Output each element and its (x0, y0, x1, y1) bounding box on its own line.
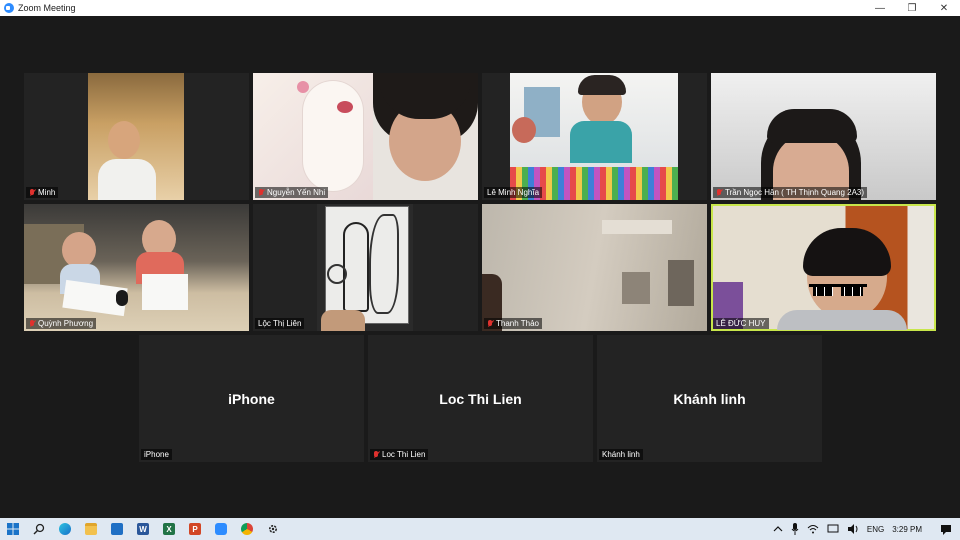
window-controls: — ❐ ✕ (864, 0, 960, 16)
start-icon[interactable] (0, 518, 26, 540)
video-feed (24, 204, 249, 331)
participant-display-name: Loc Thi Lien (439, 390, 522, 407)
muted-mic-icon (487, 319, 493, 328)
volume-icon[interactable] (847, 524, 859, 534)
display-icon[interactable] (827, 524, 839, 534)
excel-icon[interactable]: X (156, 518, 182, 540)
participant-name-tag: Lộc Thị Liên (255, 318, 305, 329)
settings-icon[interactable] (260, 518, 286, 540)
participant-name-tag: Minh (26, 187, 59, 198)
video-tile-quynh-phuong[interactable]: Quỳnh Phương (24, 204, 249, 331)
restore-button[interactable]: ❐ (896, 0, 928, 16)
clock[interactable]: 3:29 PM (892, 525, 922, 534)
edge-icon[interactable] (52, 518, 78, 540)
video-background-image (253, 73, 373, 200)
participant-display-name: iPhone (228, 390, 275, 407)
microphone-icon[interactable] (791, 523, 799, 535)
participant-display-name: Khánh linh (673, 390, 746, 407)
search-icon[interactable] (26, 518, 52, 540)
video-feed (510, 73, 678, 200)
chevron-up-icon[interactable] (773, 525, 783, 533)
video-tile-tran-ngoc-han[interactable]: Trần Ngọc Hân ( TH Thịnh Quang 2A3) (711, 73, 936, 200)
window-titlebar: Zoom Meeting — ❐ ✕ (0, 0, 960, 16)
minimize-button[interactable]: — (864, 0, 896, 16)
network-icon[interactable] (807, 524, 819, 534)
video-tile-khanh-linh[interactable]: Khánh linh Khánh linh (597, 335, 822, 462)
file-explorer-icon[interactable] (78, 518, 104, 540)
muted-mic-icon (29, 188, 35, 197)
participant-name-tag: Khánh linh (599, 449, 643, 460)
window-title: Zoom Meeting (18, 3, 76, 13)
participant-name-tag: Nguyễn Yến Nhi (255, 187, 329, 198)
video-tile-minh[interactable]: Minh (24, 73, 249, 200)
muted-mic-icon (29, 319, 35, 328)
participant-name-tag: Quỳnh Phương (26, 318, 97, 329)
participant-name-tag: LÊ ĐỨC HUY (713, 318, 769, 329)
video-feed (713, 206, 934, 330)
video-tile-le-duc-huy-active-speaker[interactable]: LÊ ĐỨC HUY (711, 204, 936, 331)
word-icon[interactable]: W (130, 518, 156, 540)
participant-name-tag: Loc Thi Lien (370, 449, 429, 460)
powerpoint-icon[interactable]: P (182, 518, 208, 540)
muted-mic-icon (258, 188, 264, 197)
video-feed (711, 73, 936, 200)
windows-taskbar: W X P ENG 3:29 PM (0, 518, 960, 540)
video-feed (482, 204, 707, 331)
language-indicator[interactable]: ENG (867, 525, 884, 534)
close-button[interactable]: ✕ (928, 0, 960, 16)
video-feed (88, 73, 184, 200)
gallery-view: Minh Nguyễn Yến Nhi Lê Minh Nghĩa Trần N… (0, 16, 960, 518)
video-feed (317, 204, 413, 331)
participant-name-tag: Thanh Thảo (484, 318, 542, 329)
participant-name-tag: iPhone (141, 449, 172, 460)
video-tile-loc-thi-lien-2[interactable]: Loc Thi Lien Loc Thi Lien (368, 335, 593, 462)
participant-name-tag: Lê Minh Nghĩa (484, 187, 543, 198)
video-tile-loc-thi-lien[interactable]: Lộc Thị Liên (253, 204, 478, 331)
zoom-app-icon (4, 3, 14, 13)
participant-name-tag: Trần Ngọc Hân ( TH Thịnh Quang 2A3) (713, 187, 868, 198)
video-feed (373, 73, 478, 200)
video-tile-nguyen-yen-nhi[interactable]: Nguyễn Yến Nhi (253, 73, 478, 200)
system-tray: ENG 3:29 PM (773, 518, 960, 540)
muted-mic-icon (373, 450, 379, 459)
video-tile-le-minh-nghia[interactable]: Lê Minh Nghĩa (482, 73, 707, 200)
mail-icon[interactable] (104, 518, 130, 540)
video-tile-thanh-thao[interactable]: Thanh Thảo (482, 204, 707, 331)
sunglasses-filter (809, 284, 867, 296)
chrome-icon[interactable] (234, 518, 260, 540)
notifications-icon[interactable] (940, 524, 952, 535)
video-tile-iphone[interactable]: iPhone iPhone (139, 335, 364, 462)
muted-mic-icon (716, 188, 722, 197)
zoom-icon[interactable] (208, 518, 234, 540)
